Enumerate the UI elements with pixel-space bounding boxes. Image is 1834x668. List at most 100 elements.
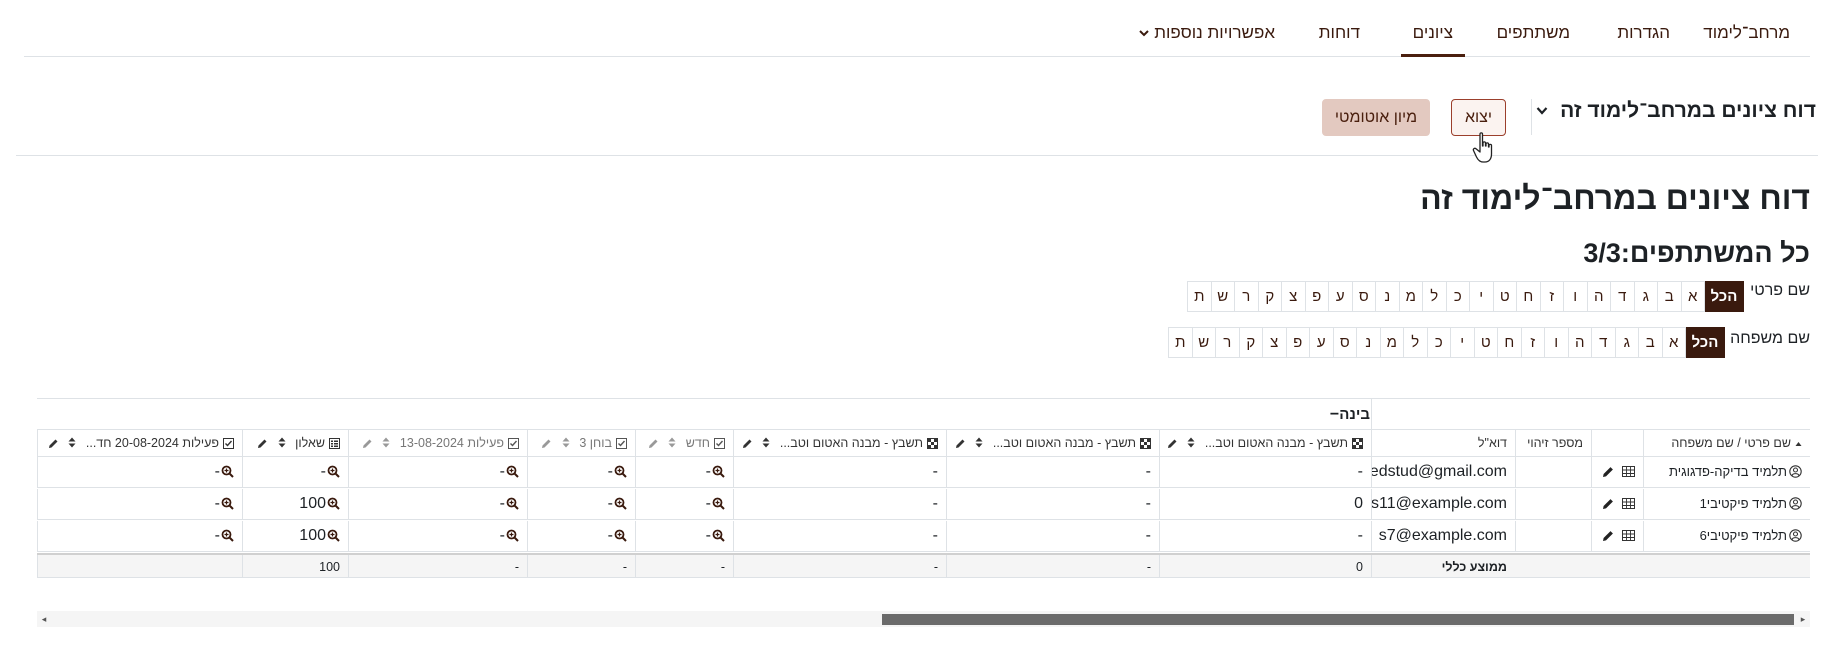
firstname-initial-letter[interactable]: ח — [1516, 281, 1541, 312]
student-name[interactable]: תלמיד פיקטיבי6 — [1700, 528, 1787, 543]
lastname-initial-letter[interactable]: ח — [1497, 327, 1522, 358]
grade-cell[interactable]: - — [946, 457, 1159, 487]
zoom-in-icon[interactable] — [614, 465, 627, 478]
header-item-6[interactable]: פעילות 13-08-2024 — [348, 430, 527, 456]
zoom-in-icon[interactable] — [712, 497, 725, 510]
lastname-initial-letter[interactable]: ע — [1309, 327, 1334, 358]
header-item-4[interactable]: חדש — [635, 430, 733, 456]
firstname-initial-letter[interactable]: ג — [1633, 281, 1658, 312]
zoom-in-icon[interactable] — [327, 529, 340, 542]
firstname-initial-letter[interactable]: נ — [1375, 281, 1400, 312]
zoom-in-icon[interactable] — [221, 529, 234, 542]
grade-cell[interactable]: - — [37, 457, 242, 487]
grade-cell[interactable]: - — [348, 489, 527, 519]
zoom-in-icon[interactable] — [506, 497, 519, 510]
pencil-icon[interactable] — [1602, 466, 1614, 478]
grade-cell[interactable]: - — [1159, 521, 1371, 551]
grade-cell[interactable]: - — [635, 457, 733, 487]
tab-reports[interactable]: דוחות — [1319, 0, 1360, 57]
grade-cell[interactable]: - — [37, 521, 242, 551]
firstname-initial-letter[interactable]: ש — [1210, 281, 1235, 312]
lastname-initial-letter[interactable]: ק — [1238, 327, 1263, 358]
zoom-in-icon[interactable] — [506, 465, 519, 478]
header-item-1[interactable]: תשבץ - מבנה האטום וטב... — [1159, 430, 1371, 456]
grade-cell[interactable]: - — [348, 521, 527, 551]
report-selector[interactable]: דוח ציונים במרחב־לימוד זה — [1536, 99, 1816, 123]
header-item-2[interactable]: תשבץ - מבנה האטום וטב... — [946, 430, 1159, 456]
zoom-in-icon[interactable] — [221, 465, 234, 478]
grade-cell[interactable]: - — [37, 489, 242, 519]
firstname-initial-letter[interactable]: ת — [1187, 281, 1212, 312]
scroll-left-icon[interactable]: ◂ — [39, 614, 49, 624]
tab-grades[interactable]: ציונים — [1400, 0, 1465, 57]
firstname-initial-letter[interactable]: י — [1469, 281, 1494, 312]
header-name[interactable]: שם פרטי / שם משפחה — [1643, 430, 1810, 456]
grade-cell[interactable]: - — [946, 521, 1159, 551]
grade-cell[interactable]: - — [946, 489, 1159, 519]
header-item-5[interactable]: בוחן 3 — [527, 430, 635, 456]
grade-cell[interactable]: - — [242, 457, 348, 487]
lastname-initial-letter[interactable]: ג — [1614, 327, 1639, 358]
grade-cell[interactable]: - — [527, 489, 635, 519]
zoom-in-icon[interactable] — [614, 529, 627, 542]
grade-cell[interactable]: - — [527, 457, 635, 487]
lastname-initial-letter[interactable]: פ — [1285, 327, 1310, 358]
student-name-cell[interactable]: תלמיד פיקטיבי6 — [1643, 521, 1810, 551]
grade-cell[interactable]: 0 — [1159, 489, 1371, 519]
zoom-in-icon[interactable] — [614, 497, 627, 510]
grade-cell[interactable]: - — [733, 521, 946, 551]
firstname-initial-letter[interactable]: פ — [1304, 281, 1329, 312]
grade-cell[interactable]: - — [733, 457, 946, 487]
grade-cell[interactable]: - — [635, 521, 733, 551]
firstname-initial-letter[interactable]: כ — [1445, 281, 1470, 312]
header-item-7[interactable]: שאלון — [242, 430, 348, 456]
firstname-initial-letter[interactable]: ר — [1234, 281, 1259, 312]
lastname-initial-letter[interactable]: ט — [1473, 327, 1498, 358]
category-header[interactable]: בינה− — [1330, 399, 1370, 430]
lastname-initial-letter[interactable]: מ — [1379, 327, 1404, 358]
grid-icon[interactable] — [1622, 498, 1635, 510]
student-name[interactable]: תלמיד בדיקה-פדגוגית — [1669, 464, 1787, 479]
lastname-initial-letter[interactable]: י — [1450, 327, 1475, 358]
firstname-initial-letter[interactable]: ע — [1328, 281, 1353, 312]
lastname-initial-letter[interactable]: ז — [1520, 327, 1545, 358]
grade-cell[interactable]: - — [733, 489, 946, 519]
tab-participants[interactable]: משתתפים — [1497, 0, 1570, 57]
zoom-in-icon[interactable] — [221, 497, 234, 510]
lastname-initial-letter[interactable]: ו — [1544, 327, 1569, 358]
pencil-icon[interactable] — [1602, 498, 1614, 510]
scrollbar-thumb[interactable] — [882, 614, 1794, 625]
lastname-initial-all[interactable]: הכל — [1685, 327, 1725, 358]
lastname-initial-letter[interactable]: א — [1661, 327, 1686, 358]
lastname-initial-letter[interactable]: צ — [1262, 327, 1287, 358]
scroll-right-icon[interactable]: ▸ — [1798, 614, 1808, 624]
grade-cell[interactable]: 100 — [242, 521, 348, 551]
lastname-initial-letter[interactable]: נ — [1356, 327, 1381, 358]
firstname-initial-all[interactable]: הכל — [1704, 281, 1744, 312]
zoom-in-icon[interactable] — [712, 529, 725, 542]
tab-settings[interactable]: הגדרות — [1617, 0, 1670, 57]
lastname-initial-letter[interactable]: כ — [1426, 327, 1451, 358]
firstname-initial-letter[interactable]: ס — [1351, 281, 1376, 312]
lastname-initial-letter[interactable]: ד — [1591, 327, 1616, 358]
firstname-initial-letter[interactable]: מ — [1398, 281, 1423, 312]
grade-cell[interactable]: - — [635, 489, 733, 519]
header-item-8[interactable]: פעילות 20-08-2024 חד... — [37, 430, 242, 456]
grade-cell[interactable]: 100 — [242, 489, 348, 519]
zoom-in-icon[interactable] — [327, 497, 340, 510]
horizontal-scrollbar[interactable]: ◂ ▸ — [37, 611, 1810, 627]
zoom-in-icon[interactable] — [506, 529, 519, 542]
zoom-in-icon[interactable] — [327, 465, 340, 478]
firstname-initial-letter[interactable]: ז — [1539, 281, 1564, 312]
grade-cell[interactable]: - — [1159, 457, 1371, 487]
lastname-initial-letter[interactable]: ה — [1567, 327, 1592, 358]
firstname-initial-letter[interactable]: ט — [1492, 281, 1517, 312]
firstname-initial-letter[interactable]: ל — [1422, 281, 1447, 312]
lastname-initial-letter[interactable]: ת — [1168, 327, 1193, 358]
firstname-initial-letter[interactable]: צ — [1281, 281, 1306, 312]
firstname-initial-letter[interactable]: ב — [1657, 281, 1682, 312]
lastname-initial-letter[interactable]: ש — [1191, 327, 1216, 358]
header-email[interactable]: דוא"ל — [1371, 430, 1515, 456]
zoom-in-icon[interactable] — [712, 465, 725, 478]
firstname-initial-letter[interactable]: ק — [1257, 281, 1282, 312]
